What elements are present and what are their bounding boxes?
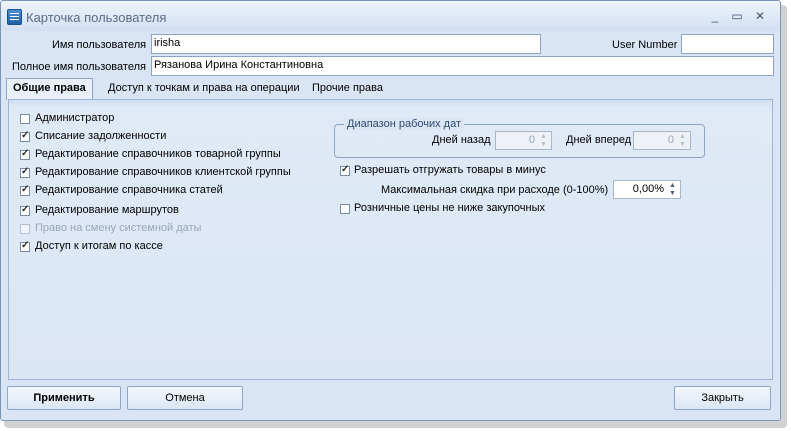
- edit-routes-label: Редактирование маршрутов: [35, 204, 179, 216]
- admin-checkbox[interactable]: [20, 114, 30, 124]
- tab-points-access[interactable]: Доступ к точкам и права на операции: [108, 79, 300, 98]
- tab-general-rights[interactable]: Общие права: [6, 78, 93, 100]
- max-discount-spinner[interactable]: 0,00% ▲ ▼: [613, 180, 681, 199]
- user-number-label: User Number: [612, 39, 678, 51]
- username-label: Имя пользователя: [52, 39, 147, 51]
- spin-up-icon: ▲: [540, 133, 547, 140]
- spin-down-icon[interactable]: ▼: [666, 190, 679, 197]
- debt-writeoff-label: Списание задолженности: [35, 130, 167, 142]
- fullname-input[interactable]: Рязанова Ирина Константиновна: [151, 56, 774, 76]
- title-bar[interactable]: Карточка пользователя _ ▭ ✕: [1, 1, 780, 31]
- close-button[interactable]: Закрыть: [674, 386, 771, 410]
- days-forward-label: Дней вперед: [566, 134, 632, 146]
- allow-negative-label: Разрешать отгружать товары в минус: [354, 164, 546, 176]
- retail-price-checkbox[interactable]: [340, 204, 350, 214]
- edit-client-dirs-checkbox[interactable]: [20, 166, 30, 178]
- edit-product-dirs-label: Редактирование справочников товарной гру…: [35, 148, 281, 160]
- days-back-spinner: 0 ▲ ▼: [495, 131, 552, 150]
- spin-up-icon: ▲: [679, 133, 686, 140]
- days-back-label: Дней назад: [432, 134, 491, 146]
- spin-down-icon: ▼: [679, 141, 686, 148]
- minimize-button[interactable]: _: [706, 8, 724, 24]
- apply-button[interactable]: Применить: [7, 386, 121, 410]
- days-forward-spinner: 0 ▲ ▼: [633, 131, 691, 150]
- change-date-checkbox: [20, 224, 30, 234]
- spin-down-icon: ▼: [540, 141, 547, 148]
- debt-writeoff-checkbox[interactable]: [20, 130, 30, 142]
- edit-product-dirs-checkbox[interactable]: [20, 148, 30, 160]
- user-number-input[interactable]: [681, 34, 774, 54]
- app-icon: [7, 9, 22, 25]
- days-back-value: 0: [528, 134, 535, 146]
- edit-routes-checkbox[interactable]: [20, 204, 30, 216]
- edit-articles-label: Редактирование справочника статей: [35, 184, 223, 196]
- date-range-title: Диапазон рабочих дат: [344, 118, 465, 130]
- days-forward-value: 0: [667, 134, 674, 146]
- max-discount-label: Максимальная скидка при расходе (0-100%): [381, 184, 609, 196]
- user-card-window: Карточка пользователя _ ▭ ✕ Имя пользова…: [0, 0, 781, 421]
- admin-label: Администратор: [35, 112, 115, 124]
- cash-totals-label: Доступ к итогам по кассе: [35, 240, 163, 252]
- allow-negative-checkbox[interactable]: [340, 164, 350, 176]
- cancel-button[interactable]: Отмена: [127, 386, 243, 410]
- change-date-label: Право на смену системной даты: [35, 222, 202, 234]
- retail-price-label: Розничные цены не ниже закупочных: [354, 202, 545, 214]
- max-discount-value: 0,00%: [632, 183, 664, 195]
- fullname-label: Полное имя пользователя: [12, 61, 146, 73]
- cash-totals-checkbox[interactable]: [20, 240, 30, 252]
- tab-other-rights[interactable]: Прочие права: [312, 79, 383, 98]
- window-title: Карточка пользователя: [26, 10, 167, 25]
- edit-client-dirs-label: Редактирование справочников клиентской г…: [35, 166, 291, 178]
- edit-articles-checkbox[interactable]: [20, 184, 30, 196]
- spin-up-icon[interactable]: ▲: [666, 182, 679, 189]
- username-input[interactable]: irisha: [151, 34, 541, 54]
- close-window-button[interactable]: ✕: [751, 8, 769, 24]
- maximize-button[interactable]: ▭: [728, 8, 746, 24]
